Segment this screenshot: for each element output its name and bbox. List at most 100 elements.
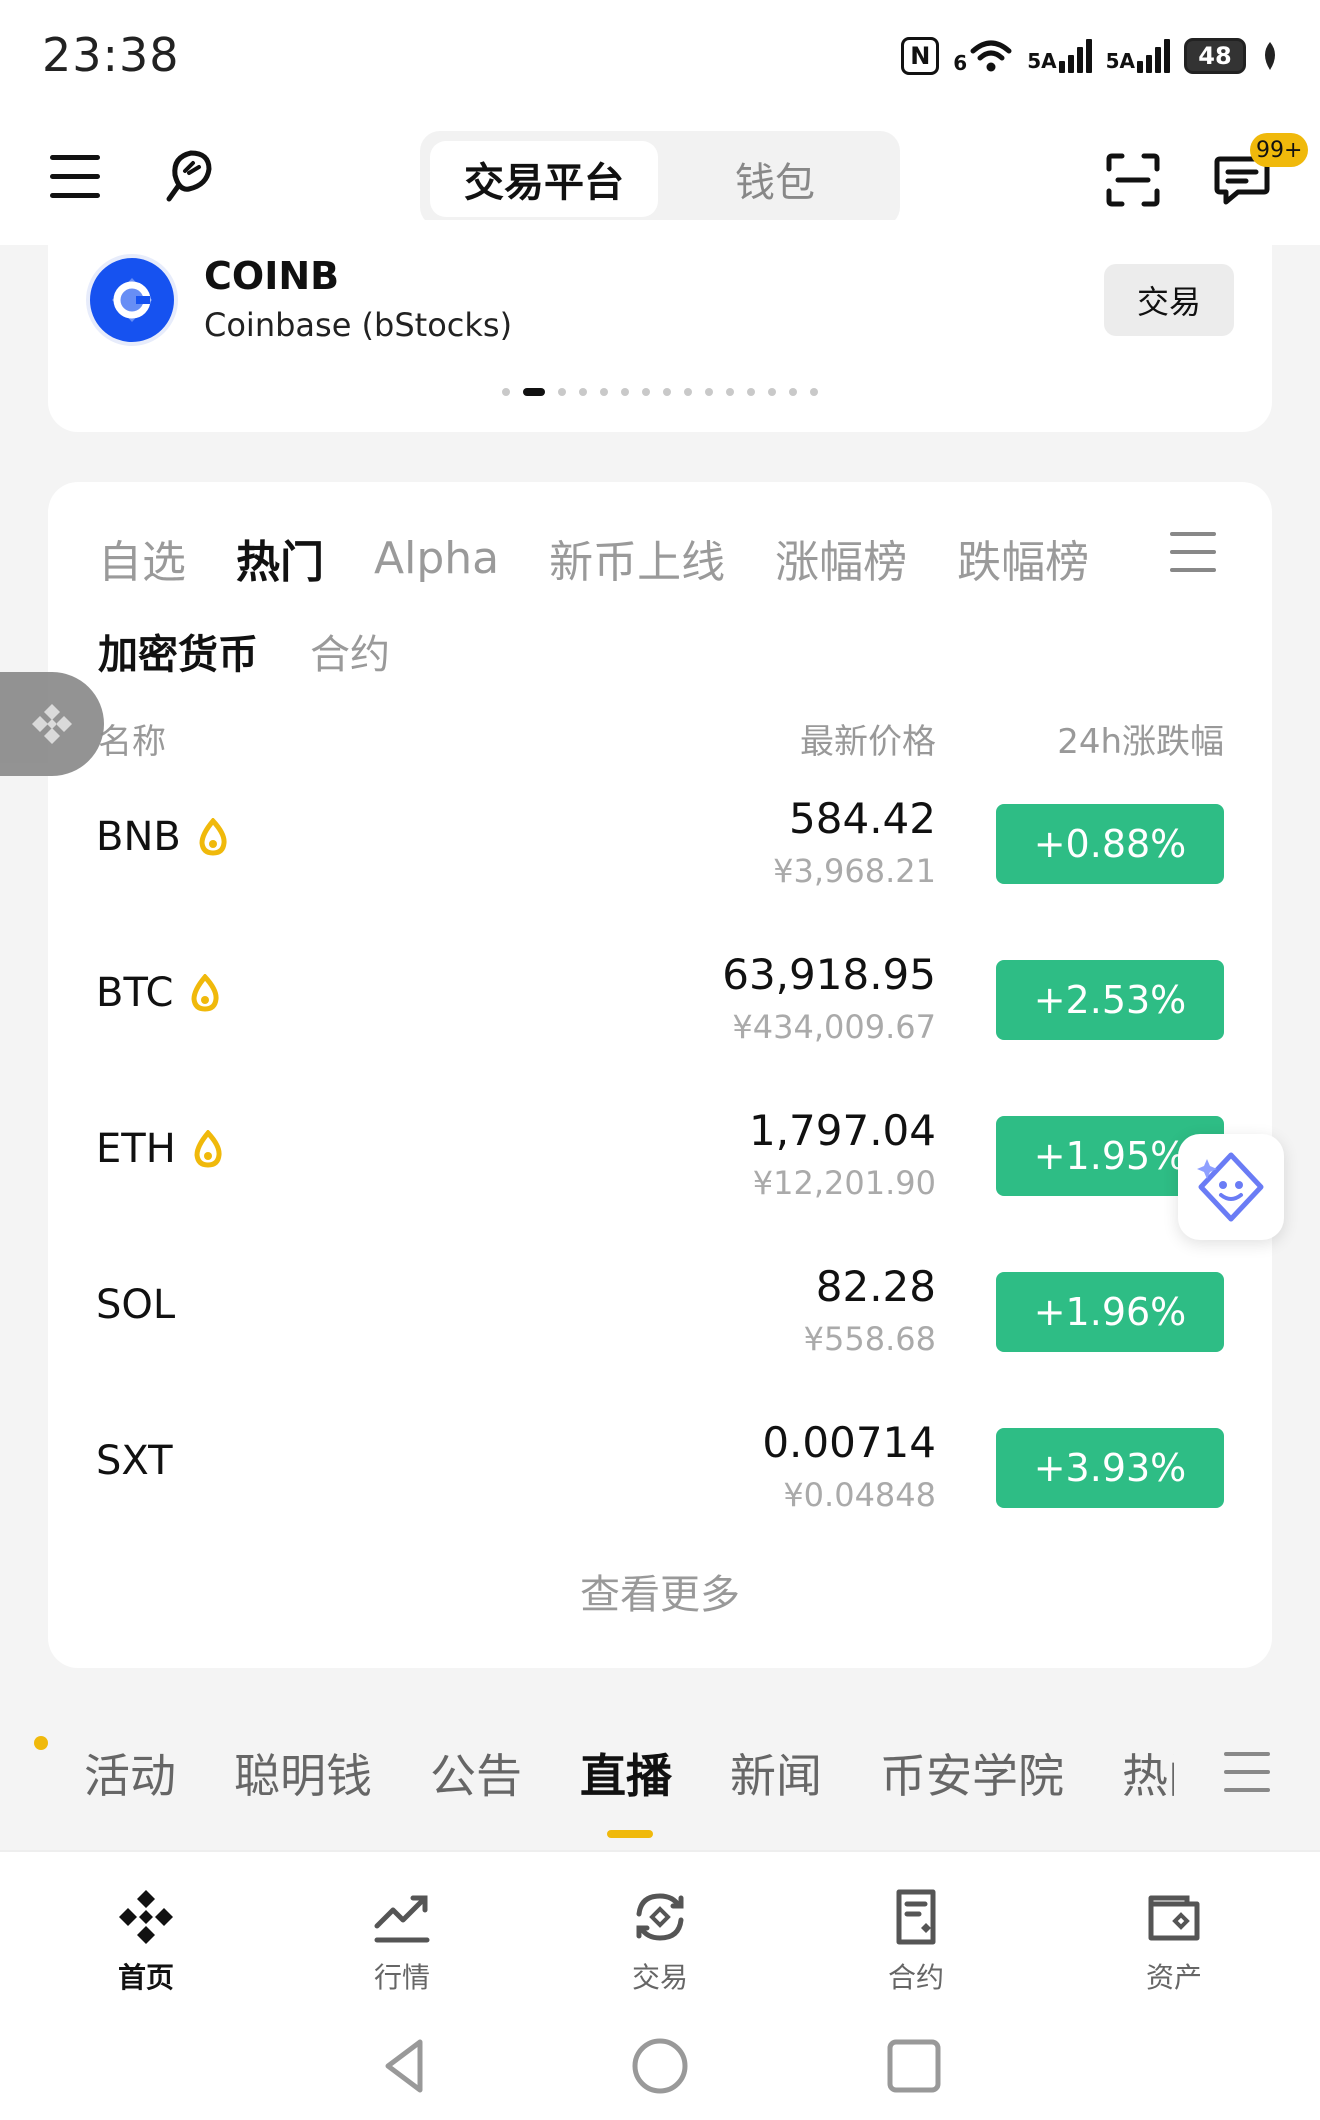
carousel-dot	[600, 388, 608, 396]
row-symbol: ETH	[96, 1126, 176, 1172]
row-symbol: BTC	[96, 970, 174, 1016]
system-navigation	[0, 2010, 1320, 2120]
tab-live[interactable]: 直播	[580, 1740, 672, 1806]
tab-alpha[interactable]: Alpha	[374, 533, 499, 584]
nav-label-home: 首页	[117, 1961, 174, 1994]
trade-icon	[636, 1893, 684, 1941]
tab-news[interactable]: 新闻	[730, 1740, 822, 1806]
wifi-icon: 6	[953, 37, 1013, 75]
pin-icon[interactable]	[155, 145, 215, 209]
home-icon	[119, 1890, 173, 1944]
tab-losers[interactable]: 跌幅榜	[957, 526, 1089, 590]
column-price: 最新价格	[800, 722, 936, 762]
futures-icon	[896, 1889, 936, 1945]
see-more-link[interactable]: 查看更多	[48, 1562, 1272, 1620]
flame-icon	[199, 818, 227, 856]
back-icon[interactable]	[374, 2036, 434, 2096]
nav-futures[interactable]: 合约	[836, 1886, 996, 1996]
ai-bot-icon	[1197, 1152, 1264, 1222]
carousel-dot	[523, 388, 545, 396]
column-name: 名称	[98, 722, 166, 762]
carousel-dot	[768, 388, 776, 396]
row-price: 584.42	[789, 794, 936, 843]
tab-smart-money[interactable]: 聪明钱	[234, 1740, 372, 1806]
row-change[interactable]: +3.93%	[996, 1428, 1224, 1508]
wifi-label: 6	[953, 51, 968, 75]
tab-exchange[interactable]: 交易平台	[430, 141, 658, 217]
row-symbol-wrap: SXT	[96, 1438, 173, 1484]
table-row[interactable]: SOL 82.28 ¥558.68 +1.96%	[48, 1240, 1272, 1396]
tab-wallet[interactable]: 钱包	[660, 141, 890, 217]
markets-icon	[374, 1895, 430, 1943]
subtab-crypto[interactable]: 加密货币	[98, 622, 258, 680]
row-symbol-wrap: BNB	[96, 814, 229, 860]
row-change[interactable]: +0.88%	[996, 804, 1224, 884]
featured-symbol: COINB	[204, 254, 340, 298]
nav-home[interactable]: 首页	[66, 1886, 226, 1996]
menu-icon[interactable]	[50, 155, 100, 199]
coinbase-logo	[86, 254, 178, 346]
signal-icon-1: 5A	[1027, 39, 1092, 73]
market-tabs: 自选 热门 Alpha 新币上线 涨幅榜 跌幅榜	[98, 526, 1089, 590]
table-row[interactable]: ETH 1,797.04 ¥12,201.90 +1.95%	[48, 1084, 1272, 1240]
floating-side-handle[interactable]	[0, 672, 104, 776]
nav-label-markets: 行情	[373, 1961, 430, 1994]
nav-assets[interactable]: 资产	[1094, 1886, 1254, 1996]
row-price: 82.28	[815, 1262, 936, 1311]
status-bar: 23:38 N 6 5A 5A 48	[0, 0, 1320, 115]
scan-icon[interactable]	[1106, 153, 1160, 207]
row-symbol-wrap: BTC	[96, 970, 221, 1016]
tab-announcements[interactable]: 公告	[430, 1740, 522, 1806]
row-price: 1,797.04	[748, 1106, 936, 1155]
nav-markets[interactable]: 行情	[322, 1886, 482, 1996]
featured-card[interactable]: COINB Coinbase (bStocks) 交易	[48, 220, 1272, 432]
signal-icon-2: 5A	[1106, 39, 1170, 73]
nav-label-futures: 合约	[887, 1961, 944, 1994]
home-circle-icon[interactable]	[630, 2036, 690, 2096]
ai-assistant-button[interactable]	[1178, 1134, 1284, 1240]
carousel-dot	[558, 388, 566, 396]
carousel-dot	[789, 388, 797, 396]
tab-academy[interactable]: 币安学院	[880, 1740, 1064, 1806]
row-change[interactable]: +1.96%	[996, 1272, 1224, 1352]
row-price-cny: ¥558.68	[803, 1320, 936, 1358]
coinbase-logo-glyph	[112, 278, 152, 322]
table-row[interactable]: SXT 0.00714 ¥0.04848 +3.93%	[48, 1396, 1272, 1552]
tab-favorites[interactable]: 自选	[98, 526, 186, 590]
tab-hot-truncated[interactable]: 热门	[1122, 1740, 1174, 1806]
subtab-futures[interactable]: 合约	[310, 622, 390, 680]
table-row[interactable]: BNB 584.42 ¥3,968.21 +0.88%	[48, 772, 1272, 928]
leaf-icon	[1265, 42, 1275, 70]
status-icons: N 6 5A 5A 48	[901, 34, 1280, 78]
carousel-indicator	[48, 386, 1272, 398]
active-tab-indicator	[607, 1830, 653, 1838]
carousel-dot	[726, 388, 734, 396]
tab-gainers[interactable]: 涨幅榜	[775, 526, 907, 590]
tab-new-listings[interactable]: 新币上线	[549, 526, 725, 590]
content-tabs-menu-icon[interactable]	[1224, 1752, 1270, 1794]
carousel-dot	[810, 388, 818, 396]
row-symbol-wrap: SOL	[96, 1282, 175, 1328]
carousel-dot	[705, 388, 713, 396]
table-row[interactable]: BTC 63,918.95 ¥434,009.67 +2.53%	[48, 928, 1272, 1084]
signal-label-2: 5A	[1105, 49, 1135, 73]
featured-name: Coinbase (bStocks)	[204, 306, 513, 344]
nav-trade[interactable]: 交易	[580, 1886, 740, 1996]
flame-icon	[191, 974, 220, 1012]
recents-icon[interactable]	[884, 2036, 944, 2096]
carousel-dot	[642, 388, 650, 396]
row-symbol: SXT	[96, 1438, 173, 1484]
tabs-menu-icon[interactable]	[1170, 532, 1216, 574]
binance-logo-icon	[32, 704, 72, 744]
row-symbol: BNB	[96, 814, 181, 860]
tab-activities[interactable]: 活动	[84, 1740, 176, 1806]
row-price-cny: ¥0.04848	[783, 1476, 936, 1514]
market-card: 自选 热门 Alpha 新币上线 涨幅榜 跌幅榜 加密货币 合约 名称 最新价格…	[48, 482, 1272, 1668]
carousel-dot	[621, 388, 629, 396]
trade-button[interactable]: 交易	[1104, 264, 1234, 336]
row-price: 0.00714	[762, 1418, 936, 1467]
carousel-dot	[663, 388, 671, 396]
assets-icon	[1148, 1895, 1200, 1941]
tab-hot[interactable]: 热门	[236, 526, 324, 590]
row-change[interactable]: +2.53%	[996, 960, 1224, 1040]
